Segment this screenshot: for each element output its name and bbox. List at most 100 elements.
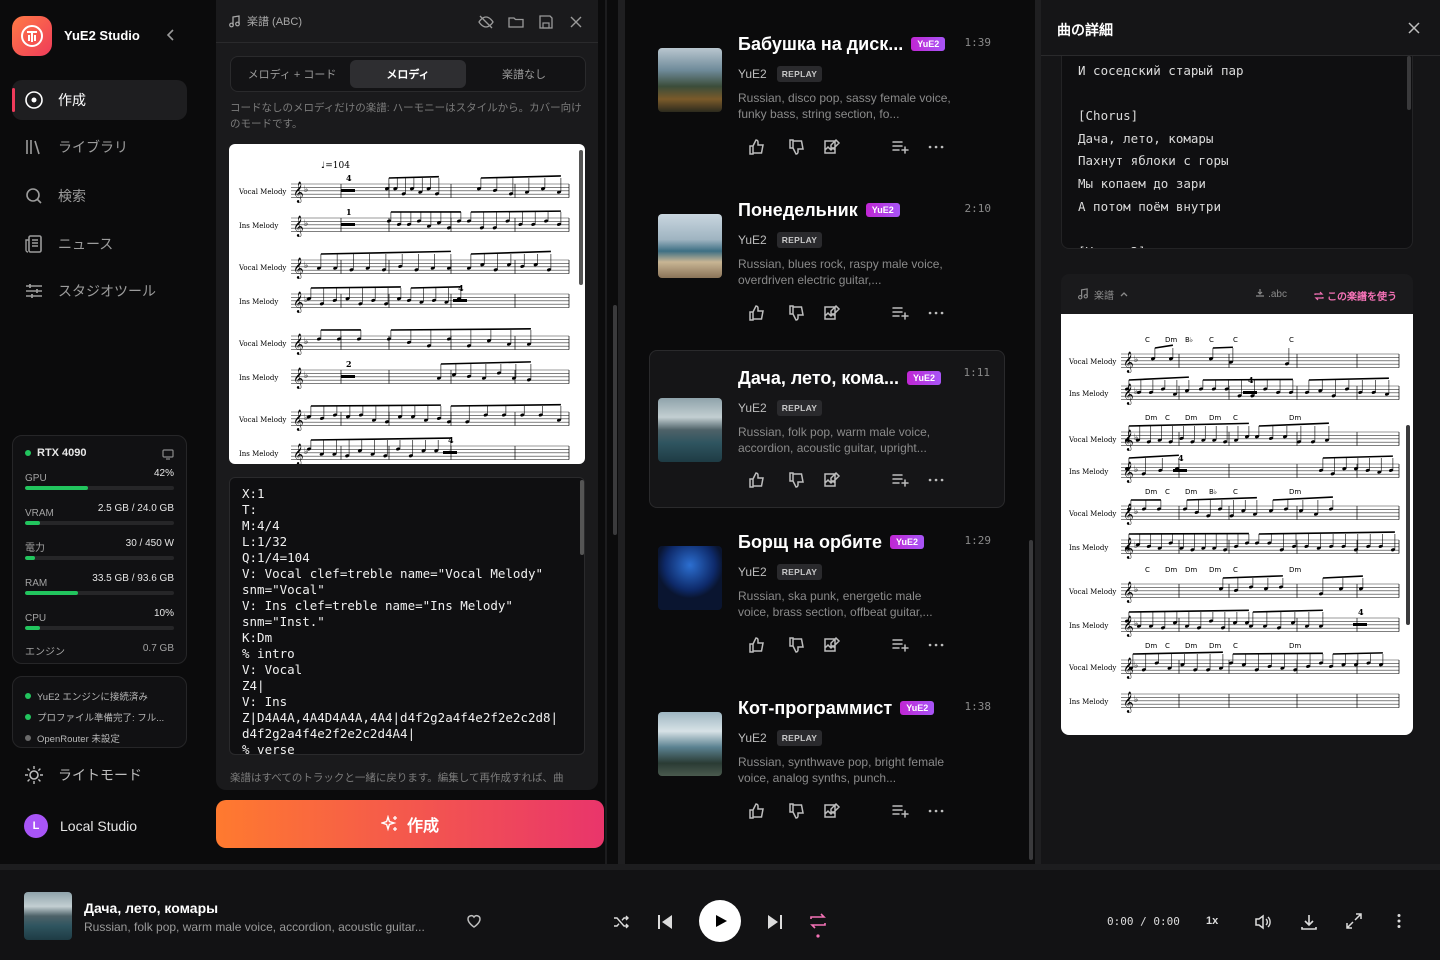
details-title: 曲の詳細 [1057, 22, 1113, 38]
score-scrollbar[interactable] [1406, 425, 1410, 625]
add-to-queue-icon[interactable] [891, 138, 909, 156]
more-horizontal-icon[interactable] [927, 802, 945, 820]
thumbs-up-icon[interactable] [747, 471, 765, 489]
more-horizontal-icon[interactable] [927, 138, 945, 156]
use-score-button[interactable]: この楽譜を使う [1314, 288, 1397, 303]
more-vertical-icon[interactable] [1390, 912, 1408, 930]
more-horizontal-icon[interactable] [927, 471, 945, 489]
beam [1308, 377, 1389, 381]
beam [1132, 651, 1223, 655]
more-horizontal-icon[interactable] [927, 304, 945, 322]
next-icon[interactable] [764, 911, 786, 933]
editor-panel-scrollbar[interactable] [613, 305, 617, 535]
nav-item-library[interactable]: ライブラリ [12, 127, 187, 167]
sliders-icon [26, 284, 42, 298]
nav-item-news[interactable]: ニュース [12, 224, 187, 264]
score-card-header: 楽譜 .abc この楽譜を使う [1061, 274, 1413, 314]
image-edit-icon[interactable] [823, 471, 841, 489]
thumbs-up-icon[interactable] [747, 802, 765, 820]
thumbs-down-icon[interactable] [787, 802, 805, 820]
rest-count: 4 [1248, 375, 1254, 385]
image-edit-icon[interactable] [823, 802, 841, 820]
track-title[interactable]: Дача, лето, кома... YuE2 [738, 368, 942, 389]
thumbs-up-icon[interactable] [747, 304, 765, 322]
add-to-queue-icon[interactable] [891, 304, 909, 322]
editor-title: 楽譜 (ABC) [247, 16, 302, 28]
track-card[interactable]: Борщ на орбите YuE2 1:29 YuE2 REPLAY Russi… [649, 498, 1005, 656]
news-icon [25, 235, 42, 253]
status-line: YuE2 エンジンに接続済み [25, 685, 174, 706]
treble-clef: 𝄞 [293, 182, 304, 203]
flat-sign: ♭ [304, 336, 308, 346]
play-button[interactable] [699, 900, 741, 942]
nav-label-news: ニュース [58, 236, 114, 252]
create-button[interactable]: 作成 [216, 800, 604, 848]
image-edit-icon[interactable] [823, 138, 841, 156]
add-to-queue-icon[interactable] [891, 471, 909, 489]
lyrics-scrollbar[interactable] [1407, 56, 1411, 110]
track-card[interactable]: Кот-программист YuE2 1:38 YuE2 REPLAY Russ… [649, 664, 1005, 822]
collapse-sidebar-icon[interactable] [164, 28, 178, 42]
thumbs-down-icon[interactable] [787, 636, 805, 654]
track-card[interactable]: Понедельник YuE2 2:10 YuE2 REPLAY Russian,… [649, 166, 1005, 324]
close-icon[interactable] [568, 14, 584, 30]
image-edit-icon[interactable] [823, 636, 841, 654]
track-artist: YuE2 REPLAY [738, 564, 823, 580]
download-abc-button[interactable]: .abc [1255, 288, 1287, 300]
beam [1128, 609, 1249, 613]
save-icon[interactable] [538, 14, 554, 30]
close-icon[interactable] [1406, 20, 1422, 36]
mode-melody[interactable]: メロディ [350, 60, 466, 88]
thumbs-down-icon[interactable] [787, 304, 805, 322]
track-title[interactable]: Бабушка на диск... YuE2 [738, 34, 946, 55]
add-to-queue-icon[interactable] [891, 802, 909, 820]
track-title-text: Дача, лето, кома... [738, 368, 900, 388]
hide-icon[interactable] [478, 14, 494, 30]
track-actions [747, 802, 947, 822]
playback-speed[interactable]: 1x [1206, 915, 1218, 927]
chord-symbol: Dm [1185, 414, 1197, 422]
volume-icon[interactable] [1253, 912, 1273, 932]
download-icon[interactable] [1299, 912, 1319, 932]
studio-profile[interactable]: L Local Studio [24, 814, 137, 838]
image-edit-icon[interactable] [823, 304, 841, 322]
add-to-queue-icon[interactable] [891, 636, 909, 654]
thumbs-up-icon[interactable] [747, 138, 765, 156]
thumbs-down-icon[interactable] [787, 471, 805, 489]
track-title[interactable]: Понедельник YuE2 [738, 200, 900, 221]
gpu-title: RTX 4090 [25, 446, 174, 460]
beam [310, 286, 401, 289]
nav-item-create[interactable]: 作成 [12, 80, 187, 120]
chord-symbol: Dm [1185, 488, 1197, 496]
shuffle-icon[interactable] [612, 913, 630, 931]
mode-no-score[interactable]: 楽譜なし [466, 60, 582, 88]
expand-icon[interactable] [1345, 912, 1363, 930]
thumbs-up-icon[interactable] [747, 636, 765, 654]
repeat-icon[interactable] [808, 911, 828, 939]
monitor-icon[interactable] [162, 448, 174, 460]
code-scrollbar[interactable] [580, 480, 584, 555]
light-mode-toggle[interactable]: ライトモード [24, 765, 142, 785]
track-card-selected[interactable]: Дача, лето, кома... YuE2 1:11 YuE2 REPLAY … [649, 350, 1005, 508]
mode-melody-chords[interactable]: メロディ + コード [234, 60, 350, 88]
thumbs-down-icon[interactable] [787, 138, 805, 156]
track-title[interactable]: Кот-программист YuE2 [738, 698, 935, 719]
beam [1128, 422, 1249, 427]
heart-icon[interactable] [465, 912, 483, 930]
flat-sign: ♭ [1134, 354, 1138, 364]
chord-symbol: C [1233, 488, 1238, 496]
track-card[interactable]: Бабушка на диск... YuE2 1:39 YuE2 REPLAY R… [649, 0, 1005, 158]
track-list-scrollbar[interactable] [1029, 540, 1033, 860]
track-title[interactable]: Борщ на орбите YuE2 [738, 532, 925, 553]
track-artist: YuE2 REPLAY [738, 730, 823, 746]
more-horizontal-icon[interactable] [927, 636, 945, 654]
previous-icon[interactable] [654, 911, 676, 933]
lyrics-box[interactable]: И соседский старый пар [Chorus] Дача, ле… [1061, 56, 1413, 249]
nav-label-search: 検索 [58, 188, 86, 204]
nav-item-search[interactable]: 検索 [12, 176, 187, 216]
folder-open-icon[interactable] [508, 14, 524, 30]
nav-item-studio-tools[interactable]: スタジオツール [12, 271, 187, 311]
abc-code-editor[interactable]: X:1 T: M:4/4 L:1/32 Q:1/4=104 V: Vocal c… [229, 477, 585, 755]
sheet-scrollbar[interactable] [579, 150, 583, 285]
chevron-up-icon[interactable] [1119, 289, 1129, 299]
